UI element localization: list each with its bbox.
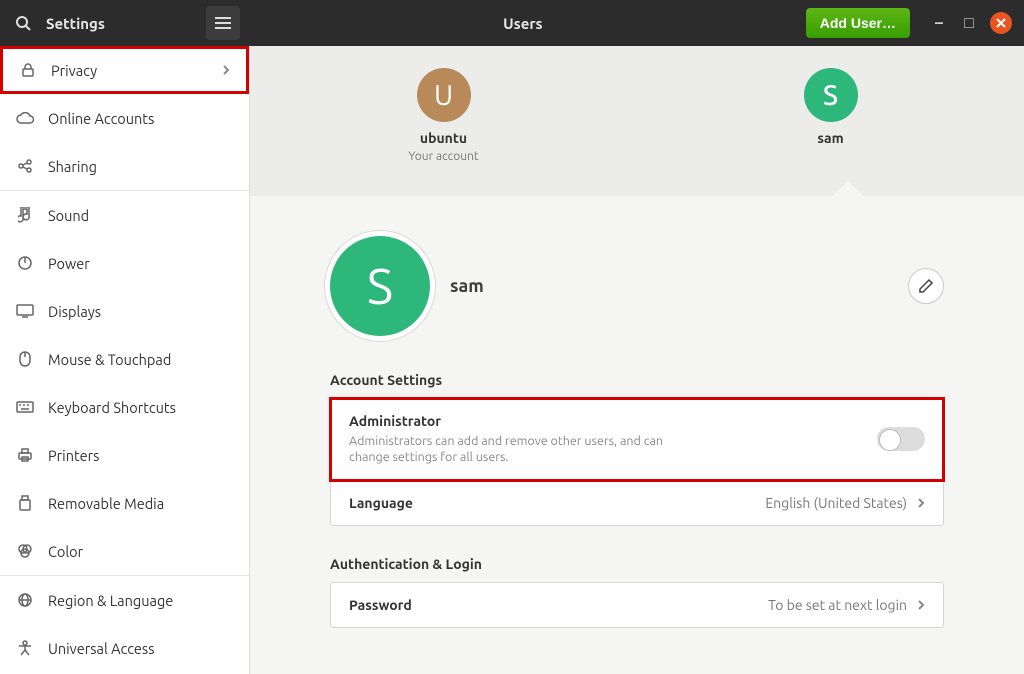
- account-settings-group: Administrator Administrators can add and…: [330, 398, 944, 526]
- lock-icon: [19, 61, 37, 79]
- sidebar-item-universal-access[interactable]: Universal Access: [0, 624, 249, 672]
- sidebar-item-removable-media[interactable]: Removable Media: [0, 479, 249, 527]
- user-header: S sam: [330, 236, 944, 336]
- sidebar-item-sound[interactable]: Sound: [0, 191, 249, 239]
- selected-user-name: sam: [450, 276, 484, 296]
- main-panel: U ubuntu Your account S sam S sam Accoun…: [250, 46, 1024, 674]
- avatar-sam: S: [804, 68, 858, 122]
- titlebar: Settings Users Add User… – □: [0, 0, 1024, 46]
- sidebar-item-privacy[interactable]: Privacy: [0, 46, 249, 94]
- sidebar-item-label: Power: [48, 255, 90, 272]
- section-account-settings: Account Settings: [330, 372, 944, 388]
- cloud-icon: [16, 109, 34, 127]
- row-title: Language: [349, 495, 765, 511]
- user-name: sam: [771, 130, 891, 146]
- close-icon: [996, 18, 1006, 28]
- section-auth-login: Authentication & Login: [330, 556, 944, 572]
- window-maximize-button[interactable]: □: [954, 14, 984, 33]
- color-icon: [16, 542, 34, 560]
- user-chip-sam[interactable]: S sam: [771, 68, 891, 146]
- search-icon: [15, 15, 31, 31]
- printer-icon: [16, 446, 34, 464]
- sidebar-item-printers[interactable]: Printers: [0, 431, 249, 479]
- window-minimize-button[interactable]: –: [924, 14, 954, 32]
- avatar-large: S: [330, 236, 430, 336]
- row-description: Administrators can add and remove other …: [349, 433, 679, 466]
- chevron-right-icon: [222, 64, 230, 76]
- sidebar-item-label: Sharing: [48, 158, 97, 175]
- user-name: ubuntu: [384, 130, 504, 146]
- add-user-button[interactable]: Add User…: [806, 8, 910, 38]
- globe-icon: [16, 591, 34, 609]
- sidebar-item-label: Universal Access: [48, 640, 155, 657]
- user-chip-ubuntu[interactable]: U ubuntu Your account: [384, 68, 504, 164]
- row-title: Administrator: [349, 413, 877, 429]
- sidebar-item-label: Online Accounts: [48, 110, 154, 127]
- sidebar: Privacy Online Accounts Sharing Sound: [0, 46, 250, 674]
- display-icon: [16, 302, 34, 320]
- hamburger-button[interactable]: [206, 6, 240, 40]
- chevron-right-icon: [917, 599, 925, 611]
- user-sublabel: Your account: [408, 150, 478, 163]
- sidebar-item-mouse-touchpad[interactable]: Mouse & Touchpad: [0, 335, 249, 383]
- sidebar-item-label: Color: [48, 543, 83, 560]
- sidebar-item-power[interactable]: Power: [0, 239, 249, 287]
- sidebar-item-label: Sound: [48, 207, 89, 224]
- accessibility-icon: [16, 639, 34, 657]
- share-icon: [16, 157, 34, 175]
- sidebar-item-displays[interactable]: Displays: [0, 287, 249, 335]
- pencil-icon: [918, 278, 934, 294]
- panel-title: Users: [240, 15, 806, 32]
- administrator-row[interactable]: Administrator Administrators can add and…: [331, 399, 943, 480]
- app-title: Settings: [46, 15, 206, 32]
- power-icon: [16, 254, 34, 272]
- users-strip: U ubuntu Your account S sam: [250, 46, 1024, 196]
- avatar-ubuntu: U: [417, 68, 471, 122]
- language-value: English (United States): [765, 495, 907, 511]
- sidebar-item-region-language[interactable]: Region & Language: [0, 576, 249, 624]
- password-value: To be set at next login: [768, 597, 907, 613]
- sidebar-item-label: Displays: [48, 303, 101, 320]
- keyboard-icon: [16, 398, 34, 416]
- sidebar-item-label: Keyboard Shortcuts: [48, 399, 176, 416]
- edit-user-button[interactable]: [908, 268, 944, 304]
- sidebar-item-label: Removable Media: [48, 495, 164, 512]
- sidebar-item-sharing[interactable]: Sharing: [0, 142, 249, 190]
- sidebar-item-label: Region & Language: [48, 592, 173, 609]
- usb-icon: [16, 494, 34, 512]
- administrator-toggle[interactable]: [877, 427, 925, 451]
- sidebar-item-color[interactable]: Color: [0, 527, 249, 575]
- chevron-right-icon: [917, 497, 925, 509]
- mouse-icon: [16, 350, 34, 368]
- window-close-button[interactable]: [990, 12, 1012, 34]
- search-button[interactable]: [0, 0, 46, 46]
- sidebar-item-label: Privacy: [51, 62, 97, 79]
- sidebar-item-keyboard[interactable]: Keyboard Shortcuts: [0, 383, 249, 431]
- auth-login-group: Password To be set at next login: [330, 582, 944, 628]
- row-title: Password: [349, 597, 768, 613]
- sidebar-item-online-accounts[interactable]: Online Accounts: [0, 94, 249, 142]
- user-detail: S sam Account Settings Administrator Adm…: [250, 196, 1024, 628]
- music-note-icon: [16, 206, 34, 224]
- selection-pointer: [832, 181, 864, 197]
- sidebar-item-label: Mouse & Touchpad: [48, 351, 171, 368]
- password-row[interactable]: Password To be set at next login: [331, 583, 943, 627]
- language-row[interactable]: Language English (United States): [331, 480, 943, 525]
- sidebar-item-label: Printers: [48, 447, 99, 464]
- menu-icon: [215, 17, 231, 29]
